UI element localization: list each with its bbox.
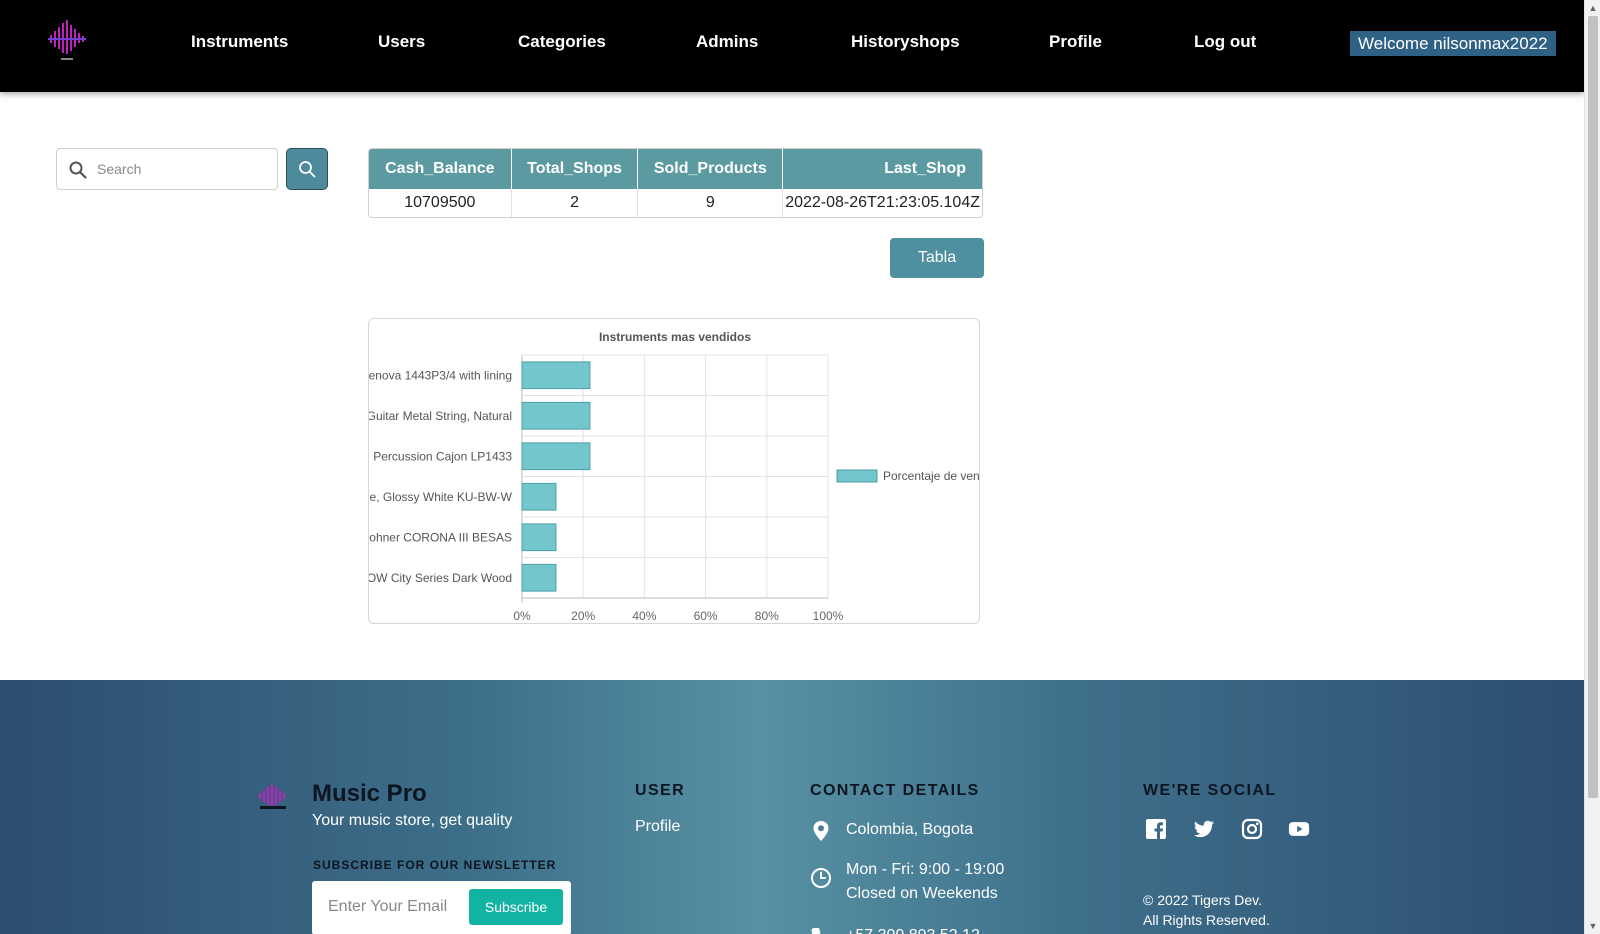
email-input[interactable] bbox=[328, 895, 468, 919]
y-tick-label: Percussion Cajon LP1433 bbox=[373, 449, 512, 463]
newsletter-label: SUBSCRIBE FOR OUR NEWSLETTER bbox=[313, 858, 557, 872]
footer-brand-name: Music Pro bbox=[312, 780, 427, 807]
x-tick-label: 60% bbox=[694, 609, 718, 623]
navbar: Instruments Users Categories Admins Hist… bbox=[0, 0, 1584, 92]
x-tick-label: 100% bbox=[813, 609, 844, 623]
welcome-badge: Welcome nilsonmax2022 bbox=[1350, 31, 1556, 56]
nav-historyshops[interactable]: Historyshops bbox=[851, 32, 960, 52]
column-header: Last_Shop bbox=[783, 149, 982, 189]
phone-icon bbox=[811, 928, 821, 934]
y-tick-label: enova 1443P3/4 with lining bbox=[369, 368, 512, 382]
bar bbox=[521, 563, 557, 592]
subscribe-button[interactable]: Subscribe bbox=[469, 889, 563, 925]
legend-label: Porcentaje de ven bbox=[883, 469, 980, 483]
search-button[interactable] bbox=[286, 148, 328, 190]
chart-card: Instruments mas vendidos 0% 20% 40% 60% 80% 10… bbox=[368, 318, 980, 624]
scroll-thumb[interactable] bbox=[1588, 16, 1598, 798]
hours-line-1: Mon - Fri: 9:00 - 19:00 bbox=[846, 861, 1005, 878]
clock-icon bbox=[811, 868, 831, 888]
contact-phone: +57 300 893 52 12 bbox=[810, 924, 980, 934]
y-tick-label: e, Glossy White KU-BW-W bbox=[370, 490, 513, 504]
search-icon bbox=[69, 161, 87, 179]
x-tick-label: 80% bbox=[755, 609, 779, 623]
y-tick-label: Guitar Metal String, Natural bbox=[369, 409, 512, 423]
bar bbox=[521, 401, 591, 430]
location-pin-icon bbox=[813, 821, 829, 841]
x-tick-label: 20% bbox=[571, 609, 595, 623]
footer-user-heading: USER bbox=[635, 782, 686, 799]
column-header: Total_Shops bbox=[511, 149, 639, 189]
copyright-line-1: © 2022 Tigers Dev. bbox=[1143, 892, 1262, 908]
search-input[interactable] bbox=[97, 157, 267, 181]
contact-hours: Mon - Fri: 9:00 - 19:00 Closed on Weeken… bbox=[810, 858, 1004, 906]
y-tick-label: ohner CORONA III BESAS bbox=[369, 530, 512, 544]
search-icon bbox=[299, 161, 316, 178]
table-row: 10709500 2 9 2022-08-26T21:23:05.104Z bbox=[369, 189, 982, 217]
scroll-down-icon[interactable]: ▼ bbox=[1585, 918, 1600, 934]
bar bbox=[521, 482, 557, 511]
location-text: Colombia, Bogota bbox=[846, 821, 974, 838]
nav-profile[interactable]: Profile bbox=[1049, 32, 1102, 52]
footer-profile-link[interactable]: Profile bbox=[635, 818, 680, 836]
y-tick-label: OW City Series Dark Wood bbox=[369, 571, 512, 585]
table-cell: 2 bbox=[512, 189, 639, 217]
table-cell: 9 bbox=[638, 189, 784, 217]
newsletter-form: Subscribe bbox=[312, 881, 571, 934]
bar bbox=[521, 442, 591, 471]
instagram-icon[interactable] bbox=[1241, 818, 1263, 840]
stats-table: Cash_Balance Total_Shops Sold_Products L… bbox=[368, 148, 983, 218]
footer-contact-heading: CONTACT DETAILS bbox=[810, 782, 980, 799]
search-field bbox=[56, 148, 278, 190]
footer-social-heading: WE'RE SOCIAL bbox=[1143, 782, 1277, 799]
phone-text: +57 300 893 52 12 bbox=[846, 924, 980, 934]
column-header: Sold_Products bbox=[638, 149, 784, 189]
copyright-line-2: All Rights Reserved. bbox=[1143, 912, 1270, 928]
x-tick-label: 0% bbox=[513, 609, 531, 623]
nav-logout[interactable]: Log out bbox=[1194, 32, 1256, 52]
facebook-icon[interactable] bbox=[1145, 818, 1167, 840]
logo-icon[interactable] bbox=[46, 18, 88, 62]
table-cell: 10709500 bbox=[369, 189, 512, 217]
chart-title: Instruments mas vendidos bbox=[599, 330, 751, 344]
hours-line-2: Closed on Weekends bbox=[846, 885, 998, 902]
logo-icon bbox=[259, 784, 286, 809]
copyright: © 2022 Tigers Dev. All Rights Reserved. bbox=[1143, 890, 1270, 930]
bar bbox=[521, 523, 557, 552]
tabla-button[interactable]: Tabla bbox=[890, 238, 984, 278]
page-scrollbar[interactable]: ▲ ▼ bbox=[1584, 0, 1600, 934]
footer: Music Pro Your music store, get quality … bbox=[0, 680, 1584, 934]
nav-categories[interactable]: Categories bbox=[518, 32, 606, 52]
contact-location: Colombia, Bogota bbox=[810, 818, 973, 842]
table-header-row: Cash_Balance Total_Shops Sold_Products L… bbox=[369, 149, 982, 189]
twitter-icon[interactable] bbox=[1193, 818, 1215, 840]
nav-instruments[interactable]: Instruments bbox=[191, 32, 288, 52]
bar bbox=[521, 361, 591, 390]
scroll-up-icon[interactable]: ▲ bbox=[1585, 0, 1600, 16]
nav-users[interactable]: Users bbox=[378, 32, 425, 52]
table-cell: 2022-08-26T21:23:05.104Z bbox=[785, 194, 980, 211]
footer-tagline: Your music store, get quality bbox=[312, 812, 513, 829]
bar-chart: Instruments mas vendidos 0% 20% 40% 60% 80% 10… bbox=[369, 330, 980, 623]
column-header: Cash_Balance bbox=[369, 149, 512, 189]
x-tick-label: 40% bbox=[632, 609, 656, 623]
nav-admins[interactable]: Admins bbox=[696, 32, 758, 52]
youtube-icon[interactable] bbox=[1288, 818, 1310, 840]
legend-swatch bbox=[836, 469, 878, 483]
